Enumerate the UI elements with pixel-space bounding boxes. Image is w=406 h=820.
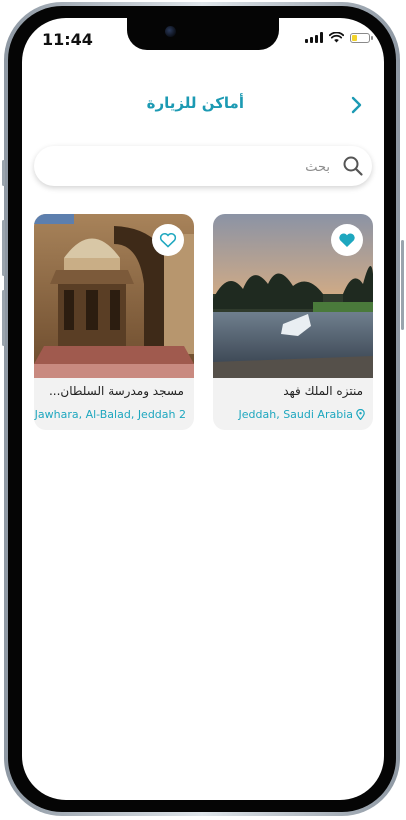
page-title: أماكن للزيارة: [146, 94, 244, 112]
power-button: [401, 240, 404, 330]
volume-down-button: [2, 290, 5, 346]
status-icons: [305, 32, 373, 43]
place-card[interactable]: مسجد ومدرسة السلطان... Al-Jawhara, Al-Ba…: [34, 214, 194, 430]
favorite-button[interactable]: [331, 224, 363, 256]
heart-icon: [339, 233, 355, 247]
place-location: Jeddah, Saudi Arabia: [213, 406, 365, 422]
volume-up-button: [2, 220, 5, 276]
battery-icon: [350, 32, 373, 43]
search-icon[interactable]: [342, 155, 364, 177]
place-location: Al-Jawhara, Al-Balad, Jeddah 2: [34, 406, 186, 422]
place-location-text: Jeddah, Saudi Arabia: [238, 407, 353, 421]
search-bar[interactable]: [34, 146, 372, 188]
battery-level: [352, 34, 357, 41]
search-input[interactable]: [48, 146, 332, 188]
favorite-button[interactable]: [152, 224, 184, 256]
app-screen: 11:44 أماكن للزيارة بحث منتزه الملك فهد …: [22, 18, 384, 800]
place-location-text: Al-Jawhara, Al-Balad, Jeddah 2: [34, 407, 186, 421]
heart-icon: [159, 233, 177, 248]
mute-switch: [2, 160, 5, 186]
status-time: 11:44: [42, 30, 93, 49]
notch: [127, 18, 279, 50]
place-card[interactable]: منتزه الملك فهد Jeddah, Saudi Arabia: [213, 214, 373, 430]
camera-icon: [165, 26, 176, 37]
location-pin-icon: [356, 408, 365, 420]
page-header: أماكن للزيارة: [22, 90, 384, 120]
chevron-right-icon[interactable]: [346, 95, 366, 115]
cellular-signal-icon: [305, 32, 323, 43]
place-name: مسجد ومدرسة السلطان...: [48, 384, 184, 398]
place-name: منتزه الملك فهد: [283, 384, 363, 398]
wifi-icon: [329, 32, 344, 43]
